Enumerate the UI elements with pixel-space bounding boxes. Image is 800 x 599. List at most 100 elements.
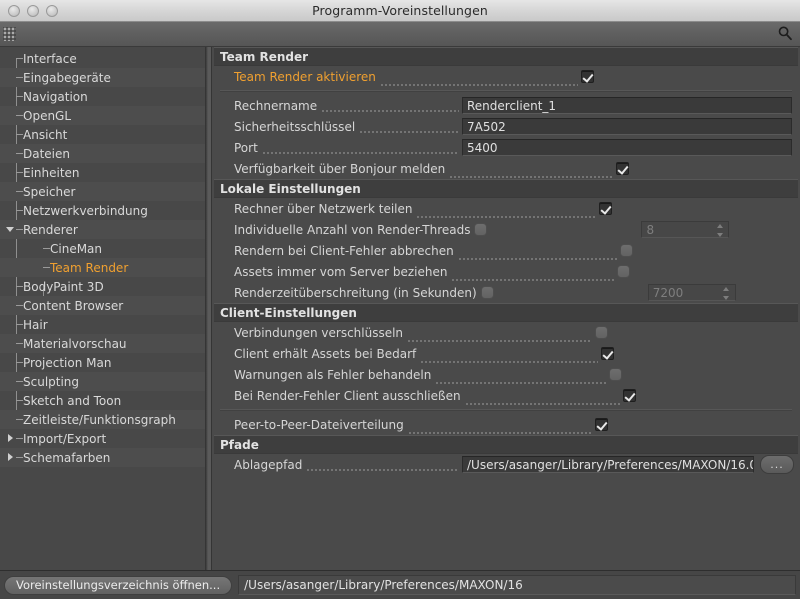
open-preferences-folder-button[interactable]: Voreinstellungsverzeichnis öffnen... [4, 575, 233, 595]
preferences-path-display: /Users/asanger/Library/Preferences/MAXON… [238, 575, 796, 595]
settings-panel: Team Render Team Render aktivieren Rechner… [212, 47, 800, 570]
path-input[interactable]: /Users/asanger/Library/Preferences/MAXON… [462, 456, 754, 473]
spinner-arrows-icon[interactable] [716, 224, 723, 237]
tree-connector-icon [43, 267, 50, 268]
sidebar-item-speicher[interactable]: Speicher [0, 182, 205, 201]
search-icon[interactable] [777, 25, 793, 41]
checkbox-assets-immer-vom-server-beziehen[interactable] [616, 265, 630, 278]
setting-row-peer-to-peer-dateiverteilung: Peer-to-Peer-Dateiverteilung [212, 414, 800, 435]
checkbox-renderzeituberschreitung-in-sekunden[interactable] [480, 286, 494, 299]
checkbox-client-erhalt-assets-bei-bedarf[interactable] [601, 347, 615, 360]
text-input-sicherheitsschlussel[interactable]: 7A502 [462, 118, 792, 135]
checkbox-individuelle-anzahl-von-render-threads[interactable] [474, 223, 488, 236]
sidebar-item-netzwerkverbindung[interactable]: Netzwerkverbindung [0, 201, 205, 220]
sidebar-item-label: Zeitleiste/Funktionsgraph [23, 412, 176, 427]
sidebar-item-einheiten[interactable]: Einheiten [0, 163, 205, 182]
tree-connector-icon [16, 96, 23, 97]
checkbox-warnungen-als-fehler-behandeln[interactable] [608, 368, 622, 381]
checkbox-rendern-bei-client-fehler-abbrechen[interactable] [619, 244, 633, 257]
tree-connector-icon [43, 248, 50, 249]
sidebar-item-sketch-and-toon[interactable]: Sketch and Toon [0, 391, 205, 410]
sidebar-item-label: Ansicht [23, 127, 68, 142]
tree-connector-icon [16, 58, 23, 59]
setting-label: Assets immer vom Server beziehen [234, 264, 448, 279]
setting-label: Team Render aktivieren [234, 69, 376, 84]
spinner-renderzeituberschreitung-in-sekunden[interactable]: 7200 [647, 284, 736, 301]
sidebar-item-label: Interface [23, 51, 77, 66]
leader-dots [306, 459, 459, 472]
leader-dots [261, 142, 459, 155]
sidebar-item-import-export[interactable]: Import/Export [0, 429, 205, 448]
chevron-down-icon[interactable] [5, 220, 16, 239]
sidebar-item-zeitleiste-funktionsgraph[interactable]: Zeitleiste/Funktionsgraph [0, 410, 205, 429]
window-title: Programm-Voreinstellungen [312, 3, 488, 18]
checkbox-rechner-uber-netzwerk-teilen[interactable] [599, 202, 613, 215]
sidebar-item-sculpting[interactable]: Sculpting [0, 372, 205, 391]
tree-connector-icon [16, 457, 23, 458]
sidebar-item-dateien[interactable]: Dateien [0, 144, 205, 163]
checkbox-bei-render-fehler-client-ausschliessen[interactable] [623, 389, 637, 402]
leader-dots [379, 75, 578, 87]
leader-dots [435, 373, 606, 385]
sidebar-item-content-browser[interactable]: Content Browser [0, 296, 205, 315]
text-input-rechnername[interactable]: Renderclient_1 [462, 97, 792, 114]
sidebar-item-projection-man[interactable]: Projection Man [0, 353, 205, 372]
leader-dots [359, 121, 459, 134]
sidebar-item-ansicht[interactable]: Ansicht [0, 125, 205, 144]
tree-connector-icon [16, 191, 23, 192]
sidebar-item-eingabeger-te[interactable]: Eingabegeräte [0, 68, 205, 87]
sidebar-item-renderer[interactable]: Renderer [0, 220, 205, 239]
sidebar-item-label: OpenGL [23, 108, 72, 123]
tree-connector-icon [16, 419, 23, 420]
spinner-value: 8 [646, 222, 655, 237]
checkbox-verbindungen-verschlusseln[interactable] [594, 326, 608, 339]
leader-dots [407, 423, 592, 435]
setting-label: Client erhält Assets bei Bedarf [234, 346, 417, 361]
sidebar-item-interface[interactable]: Interface [0, 49, 205, 68]
sidebar-item-team-render[interactable]: Team Render [0, 258, 205, 277]
row-divider [220, 409, 792, 411]
tree-connector-icon [16, 115, 23, 116]
setting-label-column: Ablagepfad [234, 458, 462, 472]
sidebar-item-materialvorschau[interactable]: Materialvorschau [0, 334, 205, 353]
sidebar-item-label: Navigation [23, 89, 88, 104]
panel-splitter[interactable] [205, 47, 212, 570]
sidebar-item-label: Sketch and Toon [23, 393, 122, 408]
tree-connector-icon [16, 172, 23, 173]
sidebar-item-hair[interactable]: Hair [0, 315, 205, 334]
sidebar-item-navigation[interactable]: Navigation [0, 87, 205, 106]
drag-grip-icon[interactable] [3, 27, 16, 41]
section-header-pfade: Pfade [214, 435, 798, 454]
settings-tree[interactable]: Interface Eingabegeräte Navigation OpenGL An… [0, 47, 205, 570]
sidebar-item-cineman[interactable]: CineMan [0, 239, 205, 258]
chevron-right-icon[interactable] [5, 448, 16, 467]
checkbox-peer-to-peer-dateiverteilung[interactable] [594, 418, 608, 431]
setting-row-sicherheitsschlussel: Sicherheitsschlüssel 7A502 [212, 116, 800, 137]
sidebar-item-opengl[interactable]: OpenGL [0, 106, 205, 125]
setting-row-individuelle-anzahl-von-render-threads: Individuelle Anzahl von Render-Threads 8 [212, 219, 800, 240]
browse-path-button[interactable]: ... [760, 455, 794, 474]
spinner-arrows-icon[interactable] [723, 287, 730, 300]
spinner-individuelle-anzahl-von-render-threads[interactable]: 8 [641, 221, 730, 238]
text-input-port[interactable]: 5400 [462, 139, 792, 156]
sidebar-item-label: Sculpting [23, 374, 80, 389]
sidebar-item-bodypaint-3d[interactable]: BodyPaint 3D [0, 277, 205, 296]
sidebar-item-label: Dateien [23, 146, 71, 161]
chevron-right-icon[interactable] [5, 429, 16, 448]
leader-dots [451, 270, 614, 282]
sidebar-item-schemafarben[interactable]: Schemafarben [0, 448, 205, 467]
setting-label: Verfügbarkeit über Bonjour melden [234, 161, 446, 176]
section-header-team-render: Team Render [214, 47, 798, 66]
checkbox-team-render-aktivieren[interactable] [580, 70, 594, 83]
checkbox-verfugbarkeit-uber-bonjour-melden[interactable] [615, 162, 629, 175]
tree-connector-icon [16, 210, 23, 211]
